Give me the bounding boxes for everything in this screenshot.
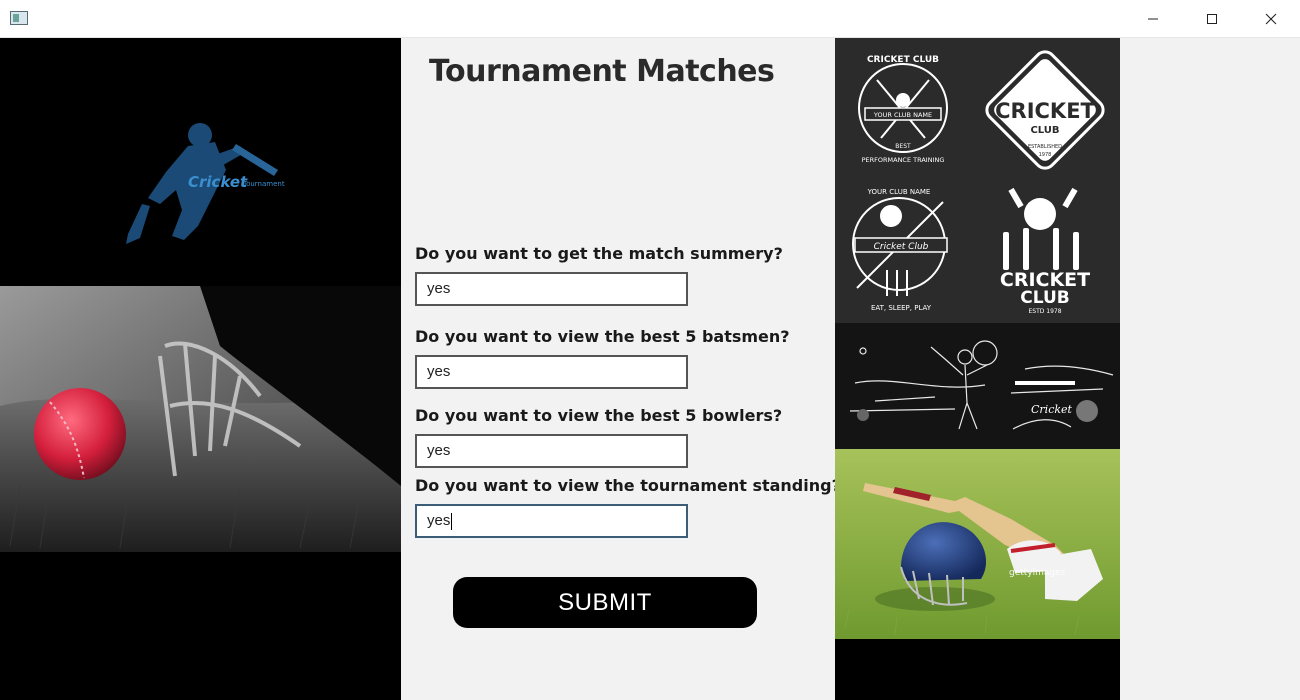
cricket-sketch-image: Cricket [835, 323, 1120, 449]
best-batsmen-value: yes [427, 363, 451, 380]
badge2-line1-text: CRICKET [995, 99, 1095, 123]
left-image-panel: Cricket Tournament [0, 38, 401, 700]
text-caret [451, 512, 453, 530]
question-match-summary-label: Do you want to get the match summery? [415, 244, 783, 263]
badge2-est-text: ESTABLISHED [1028, 144, 1062, 150]
match-summary-input[interactable]: yes [415, 272, 688, 306]
minimize-button[interactable] [1124, 0, 1182, 38]
best-bowlers-value: yes [427, 442, 451, 459]
badge2-year-text: 1978 [1039, 152, 1052, 158]
sketch-cricket-text: Cricket [1031, 403, 1073, 416]
badge3-top-text: YOUR CLUB NAME [867, 188, 931, 196]
badge4-estd-text: ESTD 1978 [1028, 308, 1061, 315]
tournament-standing-input[interactable]: yes [415, 504, 688, 538]
badge2-line2-text: CLUB [1030, 125, 1059, 136]
badge1-name-text: YOUR CLUB NAME [873, 111, 932, 119]
maximize-button[interactable] [1183, 0, 1241, 38]
best-bowlers-input[interactable]: yes [415, 434, 688, 468]
right-image-panel: CRICKET CLUB YOUR CLUB NAME BEST PERFORM… [835, 38, 1120, 700]
cricket-club-badges-image: CRICKET CLUB YOUR CLUB NAME BEST PERFORM… [835, 38, 1120, 323]
badge4-line2-text: CLUB [1020, 288, 1069, 308]
question-best-batsmen-label: Do you want to view the best 5 batsmen? [415, 327, 790, 346]
helmet-bat-on-grass-image: gettyimages [835, 449, 1120, 639]
maximize-icon [1207, 14, 1217, 24]
match-summary-value: yes [427, 280, 451, 297]
close-icon [1265, 13, 1277, 25]
submit-button[interactable]: SUBMIT [453, 577, 757, 628]
gettyimages-watermark: gettyimages [1009, 568, 1066, 578]
best-batsmen-input[interactable]: yes [415, 355, 688, 389]
badge1-bottom-text: PERFORMANCE TRAINING [862, 156, 945, 164]
badge1-top-text: CRICKET CLUB [867, 55, 939, 65]
close-button[interactable] [1242, 0, 1300, 38]
form-panel: Tournament Matches Do you want to get th… [401, 38, 841, 700]
batsman-logo-text: Cricket [188, 173, 248, 191]
question-best-bowlers-label: Do you want to view the best 5 bowlers? [415, 406, 783, 425]
question-tournament-standing-label: Do you want to view the tournament stand… [415, 476, 841, 495]
window-titlebar [0, 0, 1300, 38]
cricket-ball-helmet-image [0, 286, 401, 552]
batsman-logo-subtext: Tournament [242, 180, 285, 188]
badge1-best-text: BEST [895, 143, 911, 150]
batsman-logo-image: Cricket Tournament [0, 38, 401, 286]
minimize-icon [1148, 18, 1158, 20]
page-title: Tournament Matches [429, 54, 775, 89]
tournament-standing-value: yes [427, 512, 451, 529]
badge3-bottom-text: EAT, SLEEP, PLAY [871, 304, 932, 312]
badge3-band-text: Cricket Club [874, 242, 929, 252]
app-icon [10, 11, 28, 25]
